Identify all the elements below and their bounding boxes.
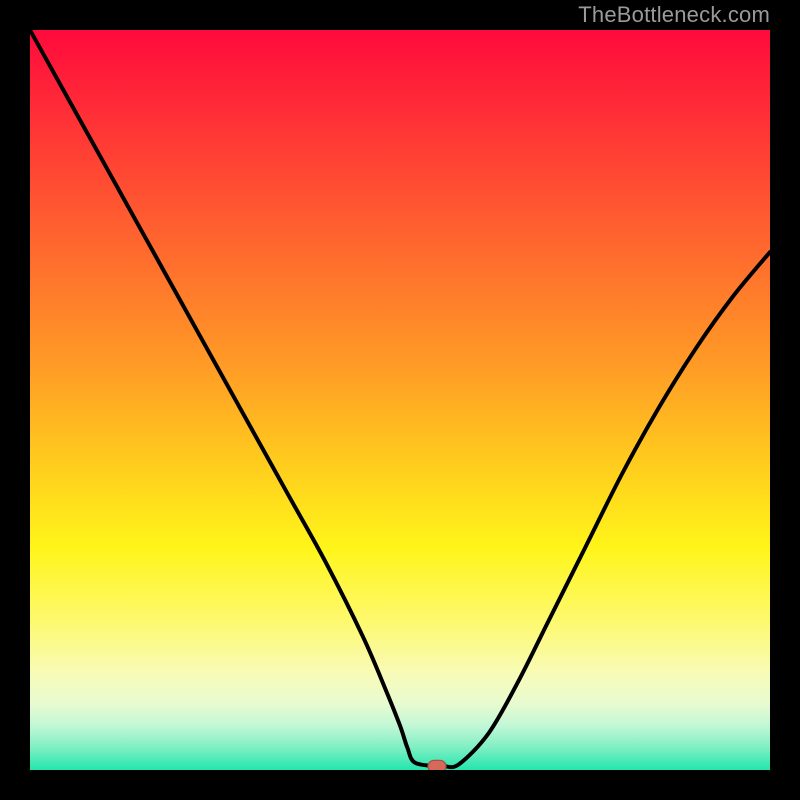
chart-svg [30, 30, 770, 770]
min-marker [428, 760, 446, 770]
chart-frame: TheBottleneck.com [0, 0, 800, 800]
plot-area [30, 30, 770, 770]
curve-line [30, 30, 770, 767]
watermark-text: TheBottleneck.com [578, 2, 770, 28]
